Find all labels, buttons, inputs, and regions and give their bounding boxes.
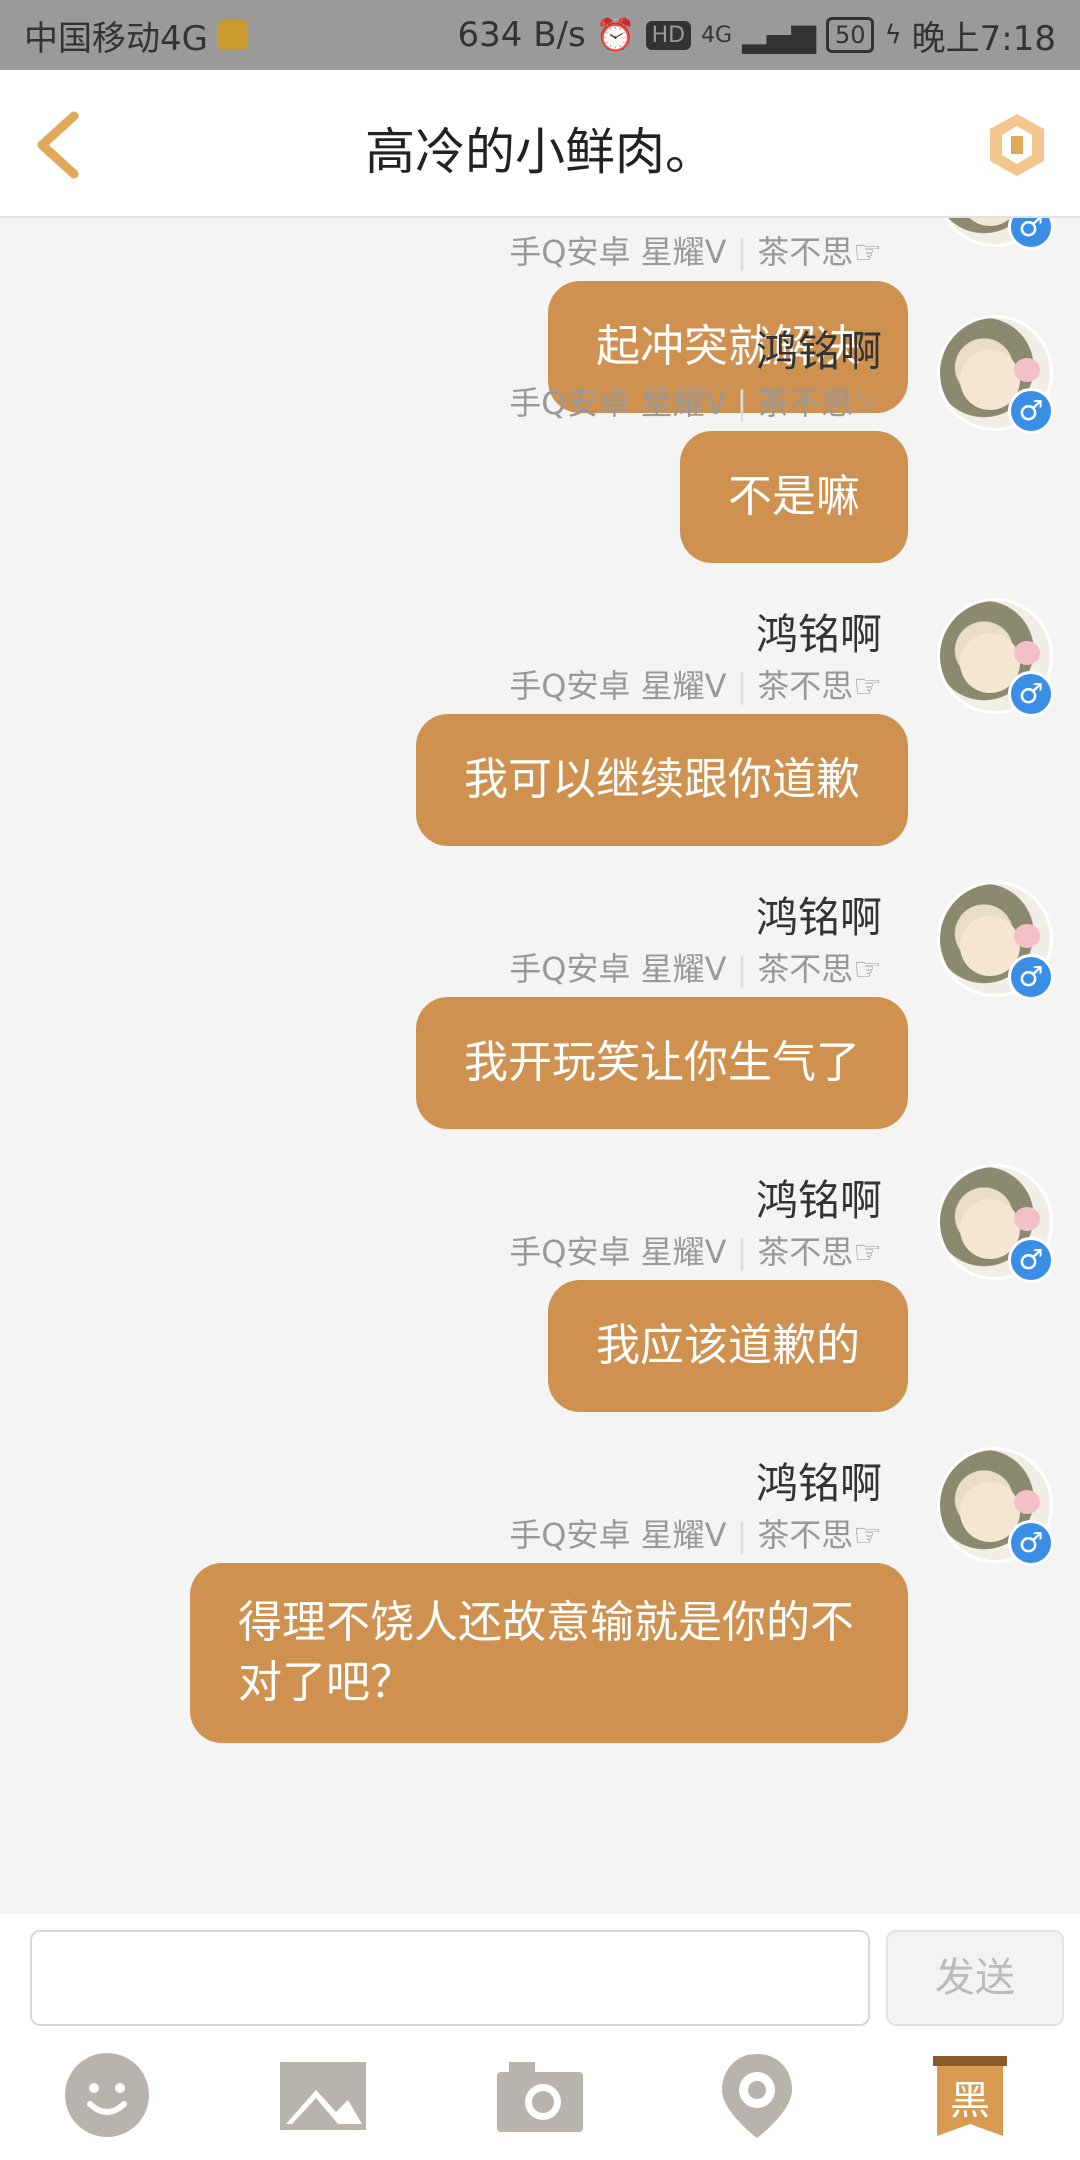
sender-meta: 手Q安卓 星耀V | 茶不思☞ (509, 1516, 882, 1554)
male-icon: ♂ (1008, 671, 1054, 717)
toolbar: 黑 (0, 2050, 1080, 2160)
message-input[interactable] (30, 1930, 870, 2026)
battery-icon: 50 (825, 17, 875, 53)
app-logo-icon (990, 114, 1044, 176)
sender-name[interactable]: 鸿铭啊 (756, 1450, 882, 1511)
chat-area[interactable]: ♂ 手Q安卓 星耀V | 茶不思☞ 起冲突就解决 ♂ 鸿铭啊 手Q安卓 星耀V | 茶不… (0, 218, 1080, 1914)
sender-name[interactable]: 鸿铭啊 (756, 318, 882, 379)
chat-header: 高冷的小鲜肉。 (0, 70, 1080, 218)
emoji-button[interactable] (62, 2050, 152, 2140)
net-speed: 634 B/s (457, 15, 586, 55)
male-icon: ♂ (1008, 388, 1054, 434)
blacklist-label: 黑 (950, 2078, 990, 2124)
sender-meta: 手Q安卓 星耀V | 茶不思☞ (509, 233, 882, 271)
message-bubble[interactable]: 我应该道歉的 (548, 1280, 908, 1412)
sender-meta: 手Q安卓 星耀V | 茶不思☞ (509, 1233, 882, 1271)
page-title: 高冷的小鲜肉。 (365, 123, 715, 181)
sender-name[interactable]: 鸿铭啊 (756, 601, 882, 662)
send-button[interactable]: 发送 (886, 1930, 1064, 2026)
blacklist-button[interactable]: 黑 (925, 2050, 1015, 2140)
carrier-label: 中国移动4G (24, 18, 208, 59)
clock: 晚上7:18 (911, 18, 1056, 59)
hd-icon: HD (645, 20, 692, 50)
avatar[interactable]: ♂ (940, 218, 1054, 250)
message-bubble[interactable]: 不是嘛 (680, 431, 908, 563)
location-button[interactable] (712, 2050, 802, 2140)
status-bar: 中国移动4G 634 B/s ⏰ HD 4G ▂▄▆ 50 ϟ 晚上7:18 (0, 0, 1080, 70)
avatar[interactable]: ♂ (940, 1167, 1054, 1283)
avatar[interactable]: ♂ (940, 884, 1054, 1000)
location-icon (722, 2054, 792, 2138)
camera-button[interactable] (495, 2050, 585, 2140)
status-right: 634 B/s ⏰ HD 4G ▂▄▆ 50 ϟ 晚上7:18 (458, 11, 1056, 60)
camera-icon (497, 2062, 583, 2132)
charging-icon: ϟ (884, 20, 902, 50)
image-button[interactable] (278, 2050, 368, 2140)
emoji-icon (65, 2053, 149, 2137)
input-bar: 发送 黑 (0, 1914, 1080, 2160)
image-icon (280, 2062, 366, 2130)
male-icon: ♂ (1008, 1520, 1054, 1566)
message-bubble[interactable]: 我可以继续跟你道歉 (416, 714, 908, 846)
sender-meta: 手Q安卓 星耀V | 茶不思☞ (509, 667, 882, 705)
status-left: 中国移动4G (24, 11, 248, 60)
message-bubble[interactable]: 得理不饶人还故意输就是你的不对了吧？ (190, 1563, 908, 1743)
male-icon: ♂ (1008, 218, 1054, 250)
signal-icon: ▂▄▆ (742, 16, 816, 54)
avatar[interactable]: ♂ (940, 601, 1054, 717)
sender-meta: 手Q安卓 星耀V | 茶不思☞ (509, 950, 882, 988)
male-icon: ♂ (1008, 1237, 1054, 1283)
male-icon: ♂ (1008, 954, 1054, 1000)
app-notification-icon (217, 20, 248, 50)
group-menu-button[interactable] (982, 110, 1052, 180)
sender-name[interactable]: 鸿铭啊 (756, 884, 882, 945)
message-bubble[interactable]: 我开玩笑让你生气了 (416, 997, 908, 1129)
alarm-icon: ⏰ (595, 16, 636, 54)
avatar[interactable]: ♂ (940, 1450, 1054, 1566)
sender-name[interactable]: 鸿铭啊 (756, 1167, 882, 1228)
sender-meta: 手Q安卓 星耀V | 茶不思☞ (509, 384, 882, 422)
avatar[interactable]: ♂ (940, 318, 1054, 434)
network-type: 4G (701, 22, 733, 48)
